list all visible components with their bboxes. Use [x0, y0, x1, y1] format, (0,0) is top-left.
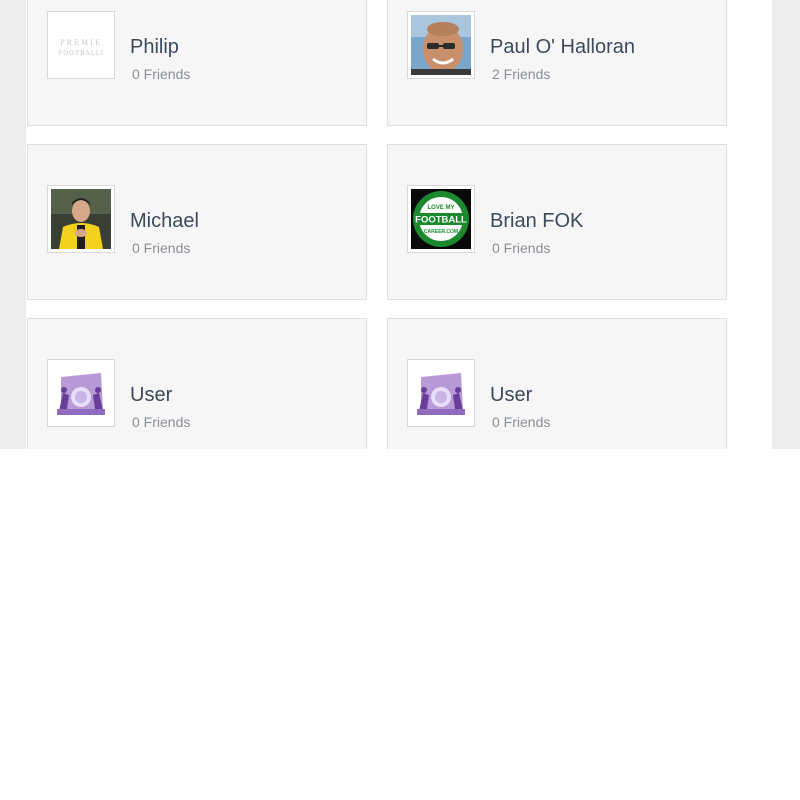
member-avatar[interactable]: LOVE MY FOOTBALL CAREER.COM: [407, 185, 475, 253]
member-avatar[interactable]: [47, 185, 115, 253]
member-friends-count[interactable]: 2 Friends: [492, 66, 550, 82]
member-card-michael[interactable]: Michael 0 Friends: [27, 144, 367, 300]
member-card-philip[interactable]: PREMIE FOOTBALLI Philip 0 Friends: [27, 0, 367, 126]
logo-text-top: PREMIE: [60, 39, 102, 47]
page-viewport: PREMIE FOOTBALLI Philip 0 Friends Paul O…: [0, 0, 800, 449]
member-name[interactable]: Michael: [130, 210, 199, 233]
member-friends-count[interactable]: 0 Friends: [132, 240, 190, 256]
member-name[interactable]: Paul O' Halloran: [490, 36, 635, 59]
member-card-user-1[interactable]: User 0 Friends: [27, 318, 367, 449]
member-card-paul-ohalloran[interactable]: Paul O' Halloran 2 Friends: [387, 0, 727, 126]
member-avatar[interactable]: [47, 359, 115, 427]
member-friends-count[interactable]: 0 Friends: [492, 240, 550, 256]
member-name[interactable]: User: [130, 384, 172, 407]
member-avatar[interactable]: PREMIE FOOTBALLI: [47, 11, 115, 79]
member-card-brian-fok[interactable]: LOVE MY FOOTBALL CAREER.COM Brian FOK 0 …: [387, 144, 727, 300]
member-avatar[interactable]: [407, 11, 475, 79]
member-name[interactable]: Brian FOK: [490, 210, 583, 233]
member-friends-count[interactable]: 0 Friends: [132, 414, 190, 430]
member-name[interactable]: User: [490, 384, 532, 407]
member-name[interactable]: Philip: [130, 36, 179, 59]
logo-text-bottom: FOOTBALLI: [58, 50, 104, 57]
logo-text-top: LOVE MY: [427, 205, 454, 211]
premier-football-logo-icon: PREMIE FOOTBALLI: [51, 15, 111, 75]
love-my-football-career-logo-icon: LOVE MY FOOTBALL CAREER.COM: [411, 189, 471, 249]
profile-photo-icon: [411, 15, 471, 75]
logo-text-main: FOOTBALL: [415, 215, 467, 226]
member-friends-count[interactable]: 0 Friends: [492, 414, 550, 430]
profile-photo-icon: [51, 189, 111, 249]
member-avatar[interactable]: [407, 359, 475, 427]
member-card-user-2[interactable]: User 0 Friends: [387, 318, 727, 449]
logo-text-bottom: CAREER.COM: [424, 229, 458, 235]
default-user-avatar-icon: [51, 363, 111, 423]
member-friends-count[interactable]: 0 Friends: [132, 66, 190, 82]
default-user-avatar-icon: [411, 363, 471, 423]
